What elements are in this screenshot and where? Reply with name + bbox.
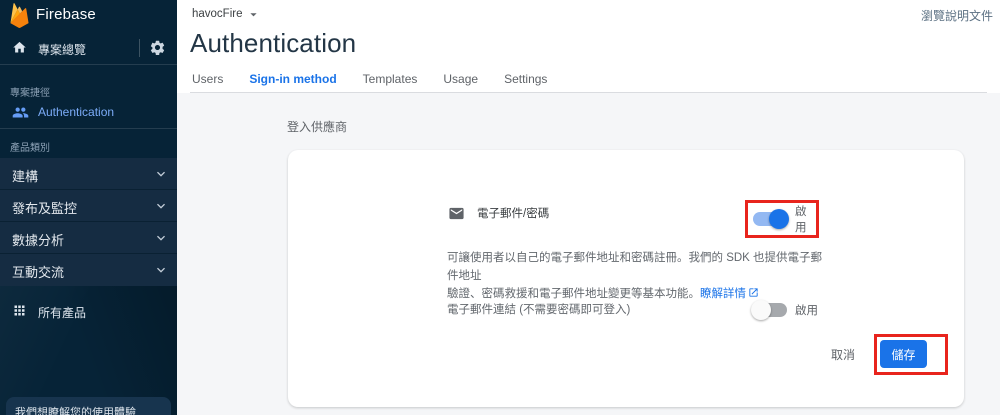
learn-more-label: 瞭解詳情: [700, 288, 746, 300]
email-link-provider-row: 電子郵件連結 (不需要密碼即可登入): [447, 299, 630, 319]
chevron-down-icon: [157, 235, 165, 241]
chevron-down-icon: [157, 171, 165, 177]
page-header: havocFire 瀏覽說明文件 Authentication Users Si…: [177, 0, 1000, 96]
firebase-brand[interactable]: Firebase: [0, 0, 177, 30]
sign-in-providers-label: 登入供應商: [287, 120, 348, 134]
docs-link[interactable]: 瀏覽說明文件: [921, 7, 993, 24]
toggle-thumb: [769, 209, 789, 229]
provider-name: 電子郵件/密碼: [477, 208, 550, 220]
section-label: 發布及監控: [12, 201, 78, 216]
chevron-down-icon: [157, 203, 165, 209]
group-icon: [12, 107, 29, 118]
section-label: 互動交流: [12, 265, 65, 280]
email-password-provider-row: 電子郵件/密碼: [448, 202, 549, 224]
chevron-down-icon: [157, 267, 165, 273]
provider-card: 電子郵件/密碼 啟用 可讓使用者以自己的電子郵件地址和密碼註冊。我們的 SDK …: [288, 150, 964, 407]
apps-grid-icon: [14, 305, 25, 316]
cancel-button[interactable]: 取消: [831, 346, 855, 363]
provider-description: 可讓使用者以自己的電子郵件地址和密碼註冊。我們的 SDK 也提供電子郵件地址 驗…: [447, 249, 825, 303]
sidebar-category-list: 建構 發布及監控 數據分析 互動交流: [0, 158, 177, 286]
project-overview-label: 專案總覽: [38, 43, 87, 57]
brand-name: Firebase: [36, 6, 96, 23]
sidebar: Firebase 專案總覽 專案捷徑 Authentication 產品類別 建…: [0, 0, 177, 415]
toggle-thumb: [751, 300, 771, 320]
annotation-toggle-highlight: 啟用: [745, 200, 819, 238]
learn-more-link[interactable]: 瞭解詳情: [700, 288, 759, 300]
section-label: 建構: [12, 169, 39, 184]
email-password-toggle[interactable]: [753, 209, 789, 229]
firebase-flame-icon: [10, 3, 29, 28]
page-title: Authentication: [190, 28, 357, 58]
email-link-provider-name: 電子郵件連結 (不需要密碼即可登入): [447, 304, 631, 316]
sidebar-item-engage[interactable]: 互動交流: [0, 254, 177, 286]
save-button[interactable]: 儲存: [880, 340, 927, 368]
authentication-link-label: Authentication: [38, 105, 115, 119]
sidebar-item-build[interactable]: 建構: [0, 158, 177, 190]
categories-section-label: 產品類別: [10, 143, 50, 154]
firebase-console: Firebase 專案總覽 專案捷徑 Authentication 產品類別 建…: [0, 0, 1000, 415]
main-area: havocFire 瀏覽說明文件 Authentication Users Si…: [177, 0, 1000, 415]
content-area: 登入供應商 電子郵件/密碼 啟用 可讓使用者以自己的電子郵件地址和密碼註冊。我們…: [177, 93, 1000, 415]
email-link-toggle-group: 啟用: [751, 300, 818, 320]
sidebar-item-all-products[interactable]: 所有產品: [0, 299, 177, 323]
gear-icon[interactable]: [149, 39, 166, 56]
promo-text: 我們想瞭解您的使用體驗: [15, 407, 136, 415]
open-in-new-icon: [749, 288, 758, 297]
project-name: havocFire: [192, 8, 243, 20]
sidebar-item-authentication[interactable]: Authentication: [0, 100, 177, 124]
section-label: 數據分析: [12, 233, 65, 248]
home-icon: [13, 41, 26, 53]
divider: [0, 128, 177, 129]
project-switcher[interactable]: havocFire: [192, 6, 261, 22]
toggle-state-label: 啟用: [795, 206, 807, 234]
email-icon: [449, 207, 464, 219]
divider: [139, 39, 140, 57]
email-link-toggle[interactable]: [751, 300, 787, 320]
divider: [0, 64, 177, 65]
description-line1: 可讓使用者以自己的電子郵件地址和密碼註冊。我們的 SDK 也提供電子郵件地址: [447, 252, 823, 282]
sidebar-item-release-monitor[interactable]: 發布及監控: [0, 190, 177, 222]
toggle-state-label: 啟用: [795, 305, 818, 317]
sidebar-item-project-overview[interactable]: 專案總覽: [0, 33, 177, 63]
arrow-drop-down-icon: [249, 12, 257, 16]
shortcuts-section-label: 專案捷徑: [10, 88, 50, 99]
sidebar-promo-card[interactable]: 我們想瞭解您的使用體驗: [6, 397, 171, 415]
all-products-label: 所有產品: [38, 306, 87, 320]
sidebar-item-analytics[interactable]: 數據分析: [0, 222, 177, 254]
